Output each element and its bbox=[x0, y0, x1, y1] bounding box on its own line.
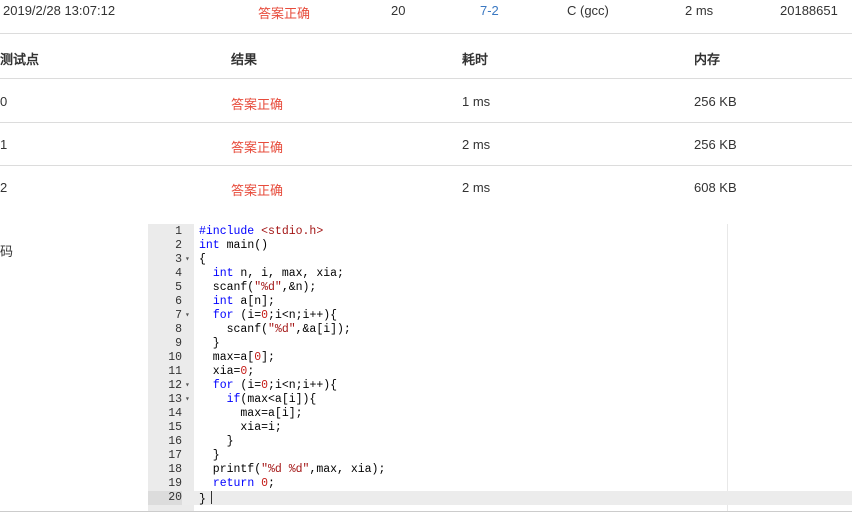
duration: 2 ms bbox=[685, 3, 714, 18]
code-text: for (i=0;i<n;i++){ bbox=[212, 379, 338, 392]
line-number: 3 bbox=[175, 253, 182, 266]
code-label: 码 bbox=[0, 244, 14, 259]
code-text: xia=i; bbox=[199, 421, 282, 434]
line-number: 5 bbox=[175, 281, 182, 294]
code-text: int n, i, max, xia; bbox=[212, 267, 344, 280]
divider bbox=[0, 78, 852, 79]
code-line[interactable]: 9 } bbox=[148, 337, 852, 351]
line-number: 16 bbox=[168, 435, 182, 448]
user-id: 20188651 bbox=[780, 3, 838, 18]
code-text: if(max<a[i]){ bbox=[226, 393, 317, 406]
code-editor[interactable]: 1 #include <stdio.h> 2 int main() 3 ▾{4 int n… bbox=[148, 224, 852, 511]
code-text: #include <stdio.h> bbox=[199, 225, 324, 238]
line-number: 8 bbox=[175, 323, 182, 336]
testcase-result: 答案正确 bbox=[231, 183, 284, 198]
line-number: 17 bbox=[168, 449, 182, 462]
code-line[interactable]: 12 ▾ for (i=0;i<n;i++){ bbox=[148, 379, 852, 393]
col-header-time: 耗时 bbox=[462, 52, 489, 67]
line-number: 11 bbox=[168, 365, 182, 378]
testcase-memory: 256 KB bbox=[694, 94, 737, 109]
code-text: int main() bbox=[199, 239, 269, 252]
code-line[interactable]: 18 printf("%d %d",max, xia); bbox=[148, 463, 852, 477]
submission-summary-row: 2019/2/28 13:07:12 答案正确 20 7-2 C (gcc) 2… bbox=[0, 0, 852, 24]
line-number: 2 bbox=[175, 239, 182, 252]
code-text: max=a[0]; bbox=[199, 351, 275, 364]
line-number: 9 bbox=[175, 337, 182, 350]
code-text: } bbox=[199, 449, 220, 462]
line-number: 19 bbox=[168, 477, 182, 490]
line-number: 6 bbox=[175, 295, 182, 308]
testcase-id: 1 bbox=[0, 137, 8, 152]
testcase-id: 2 bbox=[0, 180, 8, 195]
fold-toggle-icon[interactable]: ▾ bbox=[185, 253, 190, 267]
testcase-time: 1 ms bbox=[462, 94, 491, 109]
line-number: 14 bbox=[168, 407, 182, 420]
divider bbox=[0, 122, 852, 123]
code-line[interactable]: 4 int n, i, max, xia; bbox=[148, 267, 852, 281]
fold-toggle-icon[interactable]: ▾ bbox=[185, 379, 190, 393]
line-number: 13 bbox=[168, 393, 182, 406]
code-line[interactable]: 5 scanf("%d",&n); bbox=[148, 281, 852, 295]
submit-time: 2019/2/28 13:07:12 bbox=[3, 3, 116, 18]
code-text: } bbox=[199, 435, 234, 448]
status-text: 答案正确 bbox=[258, 6, 311, 21]
code-line[interactable]: 19 return 0; bbox=[148, 477, 852, 491]
code-text: printf("%d %d",max, xia); bbox=[199, 463, 386, 476]
line-number: 15 bbox=[168, 421, 182, 434]
code-text: scanf("%d",&n); bbox=[199, 281, 317, 294]
col-header-memory: 内存 bbox=[694, 52, 721, 67]
code-line[interactable]: 3 ▾ { bbox=[148, 253, 852, 267]
line-number: 18 bbox=[168, 463, 182, 476]
code-line[interactable]: 2 int main() bbox=[148, 239, 852, 253]
code-text: xia=0; bbox=[199, 365, 255, 378]
testcase-memory: 256 KB bbox=[694, 137, 737, 152]
testcase-id: 0 bbox=[0, 94, 8, 109]
testcase-result: 答案正确 bbox=[231, 140, 284, 155]
code-line[interactable]: 16 } bbox=[148, 435, 852, 449]
code-line[interactable]: 10 max=a[0]; bbox=[148, 351, 852, 365]
code-text: for (i=0;i<n;i++){ bbox=[212, 309, 338, 322]
compiler: C (gcc) bbox=[567, 3, 609, 18]
code-text: } bbox=[199, 337, 220, 350]
score: 20 bbox=[391, 3, 406, 18]
code-text: max=a[i]; bbox=[199, 407, 303, 420]
line-number: 20 bbox=[148, 491, 182, 505]
code-text: return 0; bbox=[212, 477, 275, 490]
testcase-time: 2 ms bbox=[462, 180, 491, 195]
code-line[interactable]: 14 max=a[i]; bbox=[148, 407, 852, 421]
code-line[interactable]: 1 #include <stdio.h> bbox=[148, 225, 852, 239]
problem-link[interactable]: 7-2 bbox=[480, 3, 499, 18]
code-text: { bbox=[199, 253, 206, 266]
code-line[interactable]: 8 scanf("%d",&a[i]); bbox=[148, 323, 852, 337]
code-text: } bbox=[199, 491, 212, 507]
testcase-result: 答案正确 bbox=[231, 97, 284, 112]
code-line[interactable]: 11 xia=0; bbox=[148, 365, 852, 379]
bottom-border bbox=[0, 511, 852, 512]
testcase-memory: 608 KB bbox=[694, 180, 737, 195]
code-line[interactable]: 13 ▾ if(max<a[i]){ bbox=[148, 393, 852, 407]
text-caret bbox=[210, 491, 212, 504]
code-line[interactable]: 17 } bbox=[148, 449, 852, 463]
code-text: int a[n]; bbox=[212, 295, 275, 308]
fold-toggle-icon[interactable]: ▾ bbox=[185, 393, 190, 407]
code-line[interactable]: 6 int a[n]; bbox=[148, 295, 852, 309]
line-number: 4 bbox=[175, 267, 182, 280]
divider bbox=[0, 165, 852, 166]
code-line[interactable]: 20} bbox=[148, 491, 852, 507]
testcase-time: 2 ms bbox=[462, 137, 491, 152]
code-text: scanf("%d",&a[i]); bbox=[199, 323, 351, 336]
line-number: 12 bbox=[168, 379, 182, 392]
col-header-result: 结果 bbox=[231, 52, 258, 67]
code-line[interactable]: 15 xia=i; bbox=[148, 421, 852, 435]
line-number: 7 bbox=[175, 309, 182, 322]
code-line[interactable]: 7 ▾ for (i=0;i<n;i++){ bbox=[148, 309, 852, 323]
line-number: 1 bbox=[175, 225, 182, 238]
col-header-testcase: 测试点 bbox=[0, 52, 40, 67]
fold-toggle-icon[interactable]: ▾ bbox=[185, 309, 190, 323]
line-number: 10 bbox=[168, 351, 182, 364]
divider bbox=[0, 33, 852, 34]
